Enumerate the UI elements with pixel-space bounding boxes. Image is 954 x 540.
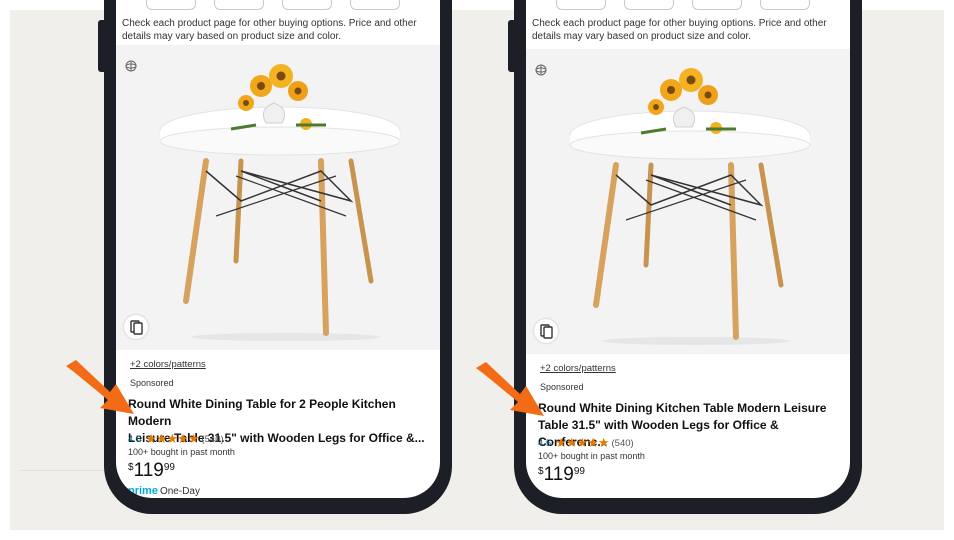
arrow-pointer-icon: [476, 362, 544, 416]
phone-side-button: [508, 20, 514, 72]
prime-badge: prime One-Day: [128, 485, 200, 497]
rating-row[interactable]: 4.5 ★★★★★ (540): [538, 435, 634, 450]
price-currency: $: [128, 462, 134, 473]
product-image[interactable]: [526, 49, 850, 354]
phone-left: Check each product page for other buying…: [98, 0, 452, 514]
compare-icon[interactable]: [534, 319, 558, 343]
bought-count: 100+ bought in past month: [538, 451, 645, 461]
star-rating-icon: ★★★★★: [145, 431, 199, 446]
table-product-photo: [569, 68, 811, 345]
filter-chips[interactable]: [116, 0, 440, 10]
price-whole: 119: [133, 460, 164, 481]
product-image[interactable]: [116, 45, 440, 350]
price-fraction: 99: [573, 466, 585, 477]
star-rating-icon: ★★★★★: [555, 435, 609, 450]
rating-row[interactable]: 4.5 ★★★★★ (540): [128, 431, 224, 446]
price-whole: 119: [543, 464, 574, 485]
shadow-line: [20, 470, 110, 471]
rating-value: 4.5: [538, 437, 552, 449]
bought-count: 100+ bought in past month: [128, 447, 235, 457]
delivery-label: One-Day: [159, 486, 200, 497]
phone-screen-right: Check each product page for other buying…: [526, 0, 850, 498]
rating-value: 4.5: [128, 433, 142, 445]
filter-chips[interactable]: [526, 0, 850, 10]
arrow-pointer-icon: [66, 360, 134, 414]
product-title-line-1: Round White Dining Table for 2 People Ki…: [128, 397, 396, 428]
phone-right: Check each product page for other buying…: [508, 0, 862, 514]
price-currency: $: [538, 466, 544, 477]
table-product-photo: [159, 64, 401, 341]
buying-options-notice: Check each product page for other buying…: [122, 18, 417, 42]
compare-icon[interactable]: [124, 315, 148, 339]
phone-side-button: [98, 20, 104, 72]
product-title-line-1: Round White Dining Kitchen Table Modern …: [538, 401, 827, 415]
price: $11999: [538, 464, 585, 486]
price: $11999: [128, 460, 175, 482]
buying-options-notice: Check each product page for other buying…: [532, 18, 827, 42]
price-fraction: 99: [163, 462, 175, 473]
prime-label: prime: [128, 485, 158, 497]
review-count[interactable]: (540): [612, 438, 634, 449]
review-count[interactable]: (540): [202, 434, 224, 445]
colors-patterns-link[interactable]: +2 colors/patterns: [130, 359, 206, 370]
phone-screen-left: Check each product page for other buying…: [116, 0, 440, 498]
rotate-360-icon[interactable]: [534, 63, 548, 77]
colors-patterns-link[interactable]: +2 colors/patterns: [540, 363, 616, 374]
rotate-360-icon[interactable]: [124, 59, 138, 73]
